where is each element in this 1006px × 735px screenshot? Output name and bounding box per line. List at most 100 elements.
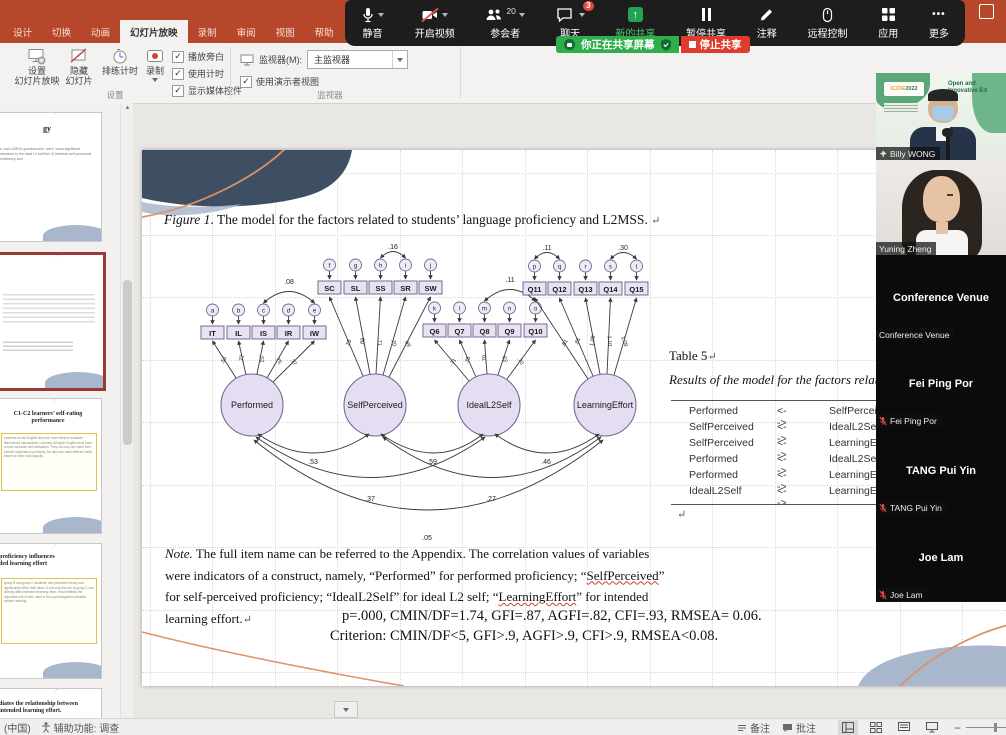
rehearse-timings-label: 排练计时 <box>102 66 138 76</box>
pause-share-button[interactable]: 暂停共享 <box>686 6 726 40</box>
sem-indicator: SW <box>424 284 437 293</box>
use-timings-checkbox[interactable]: ✓使用计时 <box>172 67 242 80</box>
participant-label: Joe Lam <box>876 588 928 601</box>
setup-slideshow-button[interactable]: 设置 幻灯片放映 <box>14 48 60 86</box>
stop-share-button[interactable]: 停止共享 <box>681 36 750 53</box>
figure-caption-text: . The model for the factors related to s… <box>210 212 651 227</box>
record-dropdown-arrow[interactable] <box>152 78 158 82</box>
table-cell: Performed <box>689 453 738 465</box>
slide-sorter-view-button[interactable] <box>866 720 886 735</box>
thumbnail-title: diates the relationship betweenintended … <box>0 701 97 715</box>
more-button[interactable]: ••• 更多 <box>929 6 949 40</box>
record-button[interactable]: 录制 <box>140 48 170 82</box>
show-media-controls-checkbox[interactable]: ✓ 显示媒体控件 <box>172 84 242 97</box>
zoom-slider[interactable] <box>966 727 1006 728</box>
remote-control-button[interactable]: 远程控制 <box>808 6 848 40</box>
tab-design[interactable]: 设计 <box>3 20 42 43</box>
sem-indicator: SL <box>351 284 361 293</box>
slide-decoration <box>45 372 106 391</box>
start-video-button[interactable]: 开启视频 <box>415 6 455 40</box>
camera-off-icon <box>421 7 439 23</box>
tab-review[interactable]: 审阅 <box>227 20 266 43</box>
setup-slideshow-label-2: 幻灯片放映 <box>14 76 59 86</box>
sidebar-scrollbar[interactable]: ▲ <box>120 103 133 718</box>
video-tile-fei-ping-por[interactable]: Fei Ping Por Fei Ping Por <box>876 341 1006 428</box>
apps-button[interactable]: 应用 <box>878 6 898 40</box>
video-tile-billy-wong[interactable]: ICOIEICOIE20222022 Open andInnovative Ed… <box>876 73 1006 161</box>
figure-caption-label: Figure 1 <box>164 212 210 227</box>
video-tile-conference-venue[interactable]: Conference Venue Conference Venue <box>876 255 1006 342</box>
chevron-icon[interactable] <box>378 13 384 17</box>
chevron-icon[interactable] <box>519 13 525 17</box>
ribbon-divider <box>230 47 231 99</box>
accessibility-icon <box>41 722 51 733</box>
comments-icon <box>782 723 793 733</box>
thumbnail-text-lines <box>3 339 73 351</box>
scroll-up-icon[interactable]: ▲ <box>121 105 133 111</box>
participant-name: Conference Venue <box>879 330 949 340</box>
microphone-icon <box>361 7 375 23</box>
normal-view-icon <box>842 722 854 733</box>
video-panel: ICOIEICOIE20222022 Open andInnovative Ed… <box>876 73 1006 601</box>
annotate-button[interactable]: 注释 <box>757 6 777 40</box>
language-indicator[interactable]: (中国) <box>4 720 31 735</box>
sem-correlation: .59 <box>427 459 437 466</box>
rehearse-timings-button[interactable]: 排练计时 <box>100 48 140 76</box>
sem-correlation: .37 <box>365 496 375 503</box>
monitor-label: 监视器(M): <box>259 53 302 66</box>
tab-record[interactable]: 录制 <box>188 20 227 43</box>
chevron-icon[interactable] <box>579 13 585 17</box>
table-cell: Performed <box>689 469 738 481</box>
video-tile-yuning-zheng[interactable]: Yuning Zheng <box>876 160 1006 256</box>
accessibility-status[interactable]: 辅助功能: 调查 <box>41 720 120 735</box>
sem-loading: .68 <box>359 338 366 347</box>
tab-slideshow[interactable]: 幻灯片放映 <box>120 20 188 43</box>
video-tile-tang-pui-yin[interactable]: TANG Pui Yin TANG Pui Yin <box>876 427 1006 515</box>
presenter-view-checkbox[interactable]: ✓ 使用演示者视图 <box>240 75 319 88</box>
mute-button[interactable]: 静音 <box>361 6 384 40</box>
sem-loading: .73 <box>345 339 353 348</box>
reading-view-button[interactable] <box>894 720 914 735</box>
tab-help[interactable]: 帮助 <box>305 20 344 43</box>
sem-indicator: SS <box>375 284 385 293</box>
new-share-button[interactable]: ↑ 新的共享 <box>615 6 655 40</box>
sem-covariance: .30 <box>618 245 628 252</box>
chat-button[interactable]: 3 聊天 <box>556 6 585 40</box>
monitor-row: 监视器(M): 主监视器 <box>240 50 408 69</box>
slide-thumbnail-2-selected[interactable] <box>0 252 106 391</box>
participant-label: Billy WONG <box>876 147 940 160</box>
participant-label: TANG Pui Yin <box>876 501 947 514</box>
zoom-out-button[interactable]: − <box>954 721 961 735</box>
slide-thumbnail-5[interactable]: diates the relationship betweenintended … <box>0 688 102 718</box>
monitor-select-arrow[interactable] <box>392 51 407 68</box>
notes-button[interactable]: 备注 <box>737 720 770 735</box>
zoom-slider-handle[interactable] <box>994 723 997 732</box>
share-banner: 你正在共享屏幕 停止共享 <box>556 36 750 53</box>
scroll-dropdown-button[interactable] <box>334 701 358 718</box>
slide-thumbnail-1[interactable]: gy le, and L2MSS-questionnaire: were: tu… <box>0 112 102 242</box>
window-icon[interactable] <box>979 4 994 19</box>
chevron-icon[interactable] <box>442 13 448 17</box>
mic-muted-icon <box>879 590 887 600</box>
checkbox-icon: ✓ <box>172 85 184 97</box>
video-tile-joe-lam[interactable]: Joe Lam Joe Lam <box>876 514 1006 602</box>
sem-indicator: IT <box>209 329 216 338</box>
slide-thumbnail-3[interactable]: C1-C2 learners’ self-ratingperformance L… <box>0 398 102 534</box>
hide-slide-icon <box>69 48 89 66</box>
comments-button[interactable]: 批注 <box>782 720 816 735</box>
tab-animations[interactable]: 动画 <box>81 20 120 43</box>
tab-view[interactable]: 视图 <box>266 20 305 43</box>
normal-view-button[interactable] <box>838 720 858 735</box>
scrollbar-thumb[interactable] <box>123 280 132 445</box>
monitor-select[interactable]: 主监视器 <box>307 50 408 69</box>
sem-indicator: SR <box>400 284 411 293</box>
slideshow-view-icon <box>926 722 938 733</box>
participants-button[interactable]: 20 参会者 <box>485 6 524 40</box>
show-media-controls-label: 显示媒体控件 <box>188 84 242 97</box>
play-narrations-checkbox[interactable]: ✓播放旁白 <box>172 50 242 63</box>
tab-transitions[interactable]: 切换 <box>42 20 81 43</box>
hide-slide-button[interactable]: 隐藏 幻灯片 <box>60 48 98 86</box>
slide-thumbnail-4[interactable]: proficiency influencesded learning effor… <box>0 543 102 679</box>
slideshow-view-button[interactable] <box>922 720 942 735</box>
sem-error: d <box>287 309 290 315</box>
